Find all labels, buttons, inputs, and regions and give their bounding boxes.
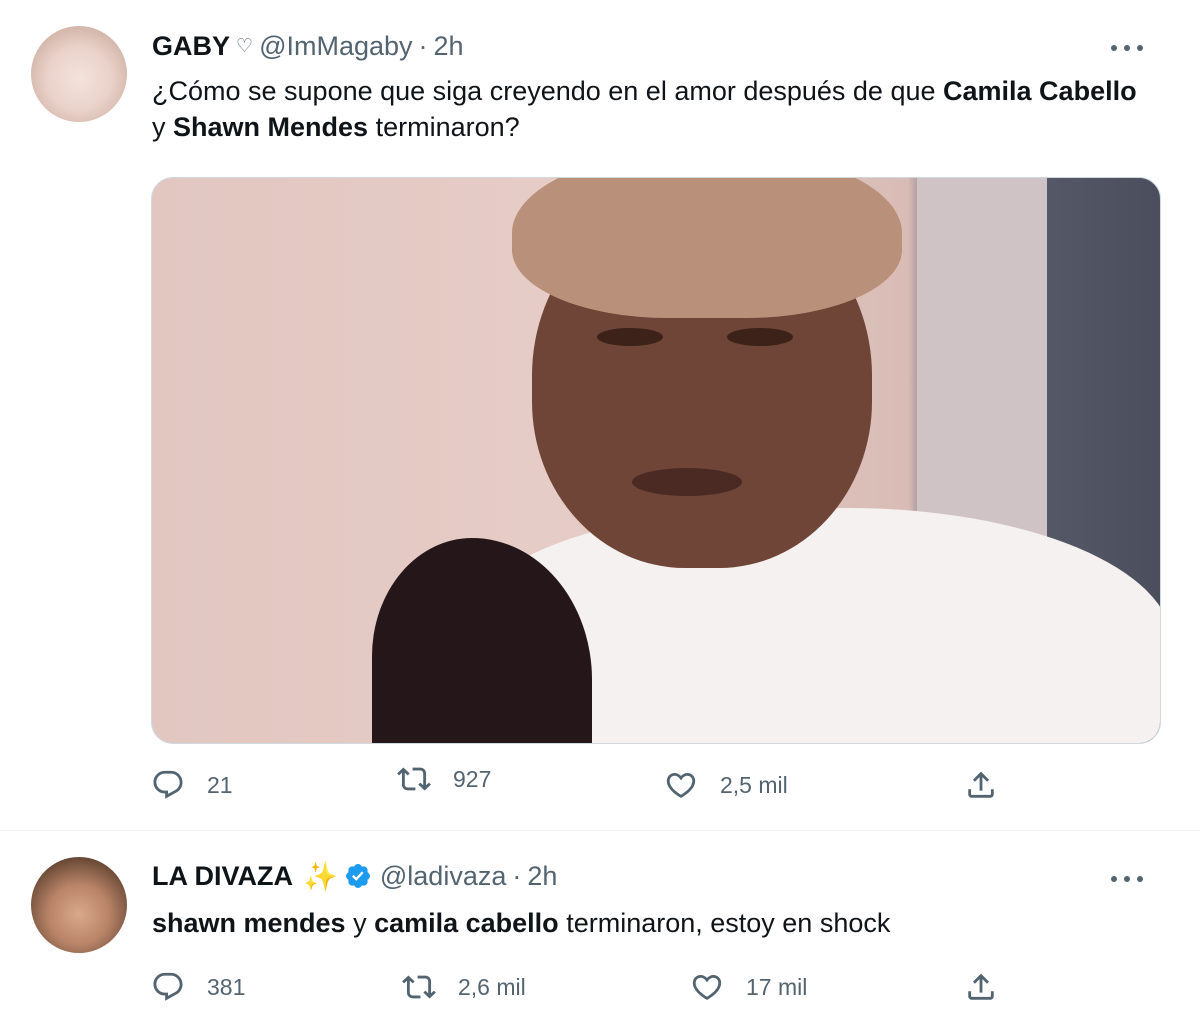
text-bold-segment: shawn mendes <box>152 908 346 938</box>
share-icon <box>968 973 994 1000</box>
avatar[interactable] <box>31 26 127 122</box>
more-icon[interactable] <box>1111 869 1143 889</box>
share-button[interactable] <box>964 768 998 802</box>
tweet[interactable]: LA DIVAZA ✨ @ladivaza · 2h shawn mendes … <box>0 832 1200 1023</box>
tweet[interactable]: GABY ♡ @ImMagaby · 2h ¿Cómo se supone qu… <box>0 0 1200 831</box>
like-icon <box>666 772 696 798</box>
tweet-text: shawn mendes y camila cabello terminaron… <box>152 905 1152 941</box>
reply-button[interactable]: 381 <box>151 970 245 1004</box>
like-icon <box>692 974 722 1000</box>
user-handle[interactable]: @ladivaza <box>380 861 506 892</box>
verified-badge-icon <box>345 864 370 888</box>
text-bold-segment: camila cabello <box>374 908 559 938</box>
tweet-header: GABY ♡ @ImMagaby · 2h <box>152 30 464 62</box>
heart-symbol-icon: ♡ <box>236 35 254 57</box>
retweet-count: 2,6 mil <box>458 973 526 1000</box>
like-count: 2,5 mil <box>720 771 788 798</box>
sparkle-icon: ✨ <box>303 860 338 892</box>
retweet-icon <box>397 767 431 791</box>
tweet-actions: 381 2,6 mil 17 mil <box>0 970 1200 1010</box>
display-name[interactable]: LA DIVAZA <box>152 861 293 892</box>
retweet-button[interactable]: 927 <box>397 762 491 796</box>
like-button[interactable]: 2,5 mil <box>664 768 788 802</box>
more-icon[interactable] <box>1111 38 1143 58</box>
timestamp[interactable]: 2h <box>527 861 557 892</box>
retweet-button[interactable]: 2,6 mil <box>402 970 526 1004</box>
reply-button[interactable]: 21 <box>151 768 233 802</box>
text-segment: y <box>345 908 375 938</box>
text-segment: ¿Cómo se supone que siga creyendo en el … <box>152 76 944 106</box>
tweet-media-image[interactable] <box>151 177 1161 744</box>
reply-icon <box>153 770 183 799</box>
reply-count: 381 <box>207 973 246 1000</box>
separator: · <box>418 30 428 61</box>
text-segment: terminaron? <box>368 112 520 142</box>
text-bold-segment: Camila Cabello <box>943 76 1137 106</box>
text-segment: y <box>152 112 174 142</box>
tweet-actions: 21 927 2,5 mil <box>0 766 1200 808</box>
like-button[interactable]: 17 mil <box>690 970 807 1004</box>
share-icon <box>968 771 994 798</box>
retweet-icon <box>402 975 436 999</box>
avatar[interactable] <box>31 857 127 953</box>
text-segment: terminaron, estoy en shock <box>558 908 891 938</box>
separator: · <box>512 860 522 891</box>
tweet-text: ¿Cómo se supone que siga creyendo en el … <box>152 73 1152 145</box>
like-count: 17 mil <box>746 973 808 1000</box>
text-bold-segment: Shawn Mendes <box>173 112 369 142</box>
timestamp[interactable]: 2h <box>434 31 464 62</box>
tweet-header: LA DIVAZA ✨ @ladivaza · 2h <box>152 860 557 892</box>
share-button[interactable] <box>964 970 998 1004</box>
reply-count: 21 <box>207 771 233 798</box>
retweet-count: 927 <box>453 765 492 792</box>
reply-icon <box>153 972 183 1001</box>
user-handle[interactable]: @ImMagaby <box>259 31 412 62</box>
display-name[interactable]: GABY <box>152 31 230 62</box>
